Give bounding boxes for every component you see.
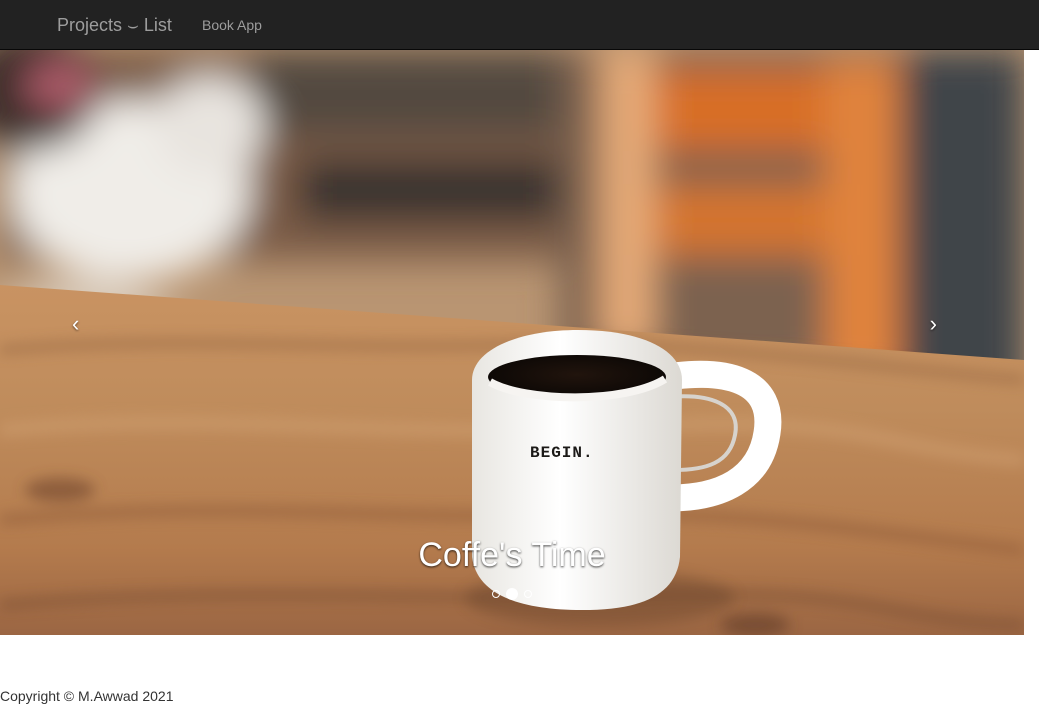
carousel-indicator-3[interactable] <box>524 590 532 598</box>
chevron-left-icon: ‹ <box>72 311 80 336</box>
nav-link-book-app[interactable]: Book App <box>202 17 262 33</box>
carousel-indicator-1[interactable] <box>492 590 500 598</box>
carousel-indicator-2[interactable] <box>506 588 518 600</box>
image-carousel: BEGIN. ‹ › Coffe's Time <box>0 50 1024 635</box>
top-navbar: Projects ⌣ List Book App <box>0 0 1039 50</box>
brand-link[interactable]: Projects ⌣ List <box>57 15 172 35</box>
carousel-indicators <box>0 587 1024 601</box>
svg-text:BEGIN.: BEGIN. <box>530 444 594 462</box>
footer-copyright: Copyright © M.Awwad 2021 <box>0 688 174 704</box>
slide-caption: Coffe's Time <box>418 536 606 574</box>
chevron-right-icon: › <box>929 311 937 336</box>
